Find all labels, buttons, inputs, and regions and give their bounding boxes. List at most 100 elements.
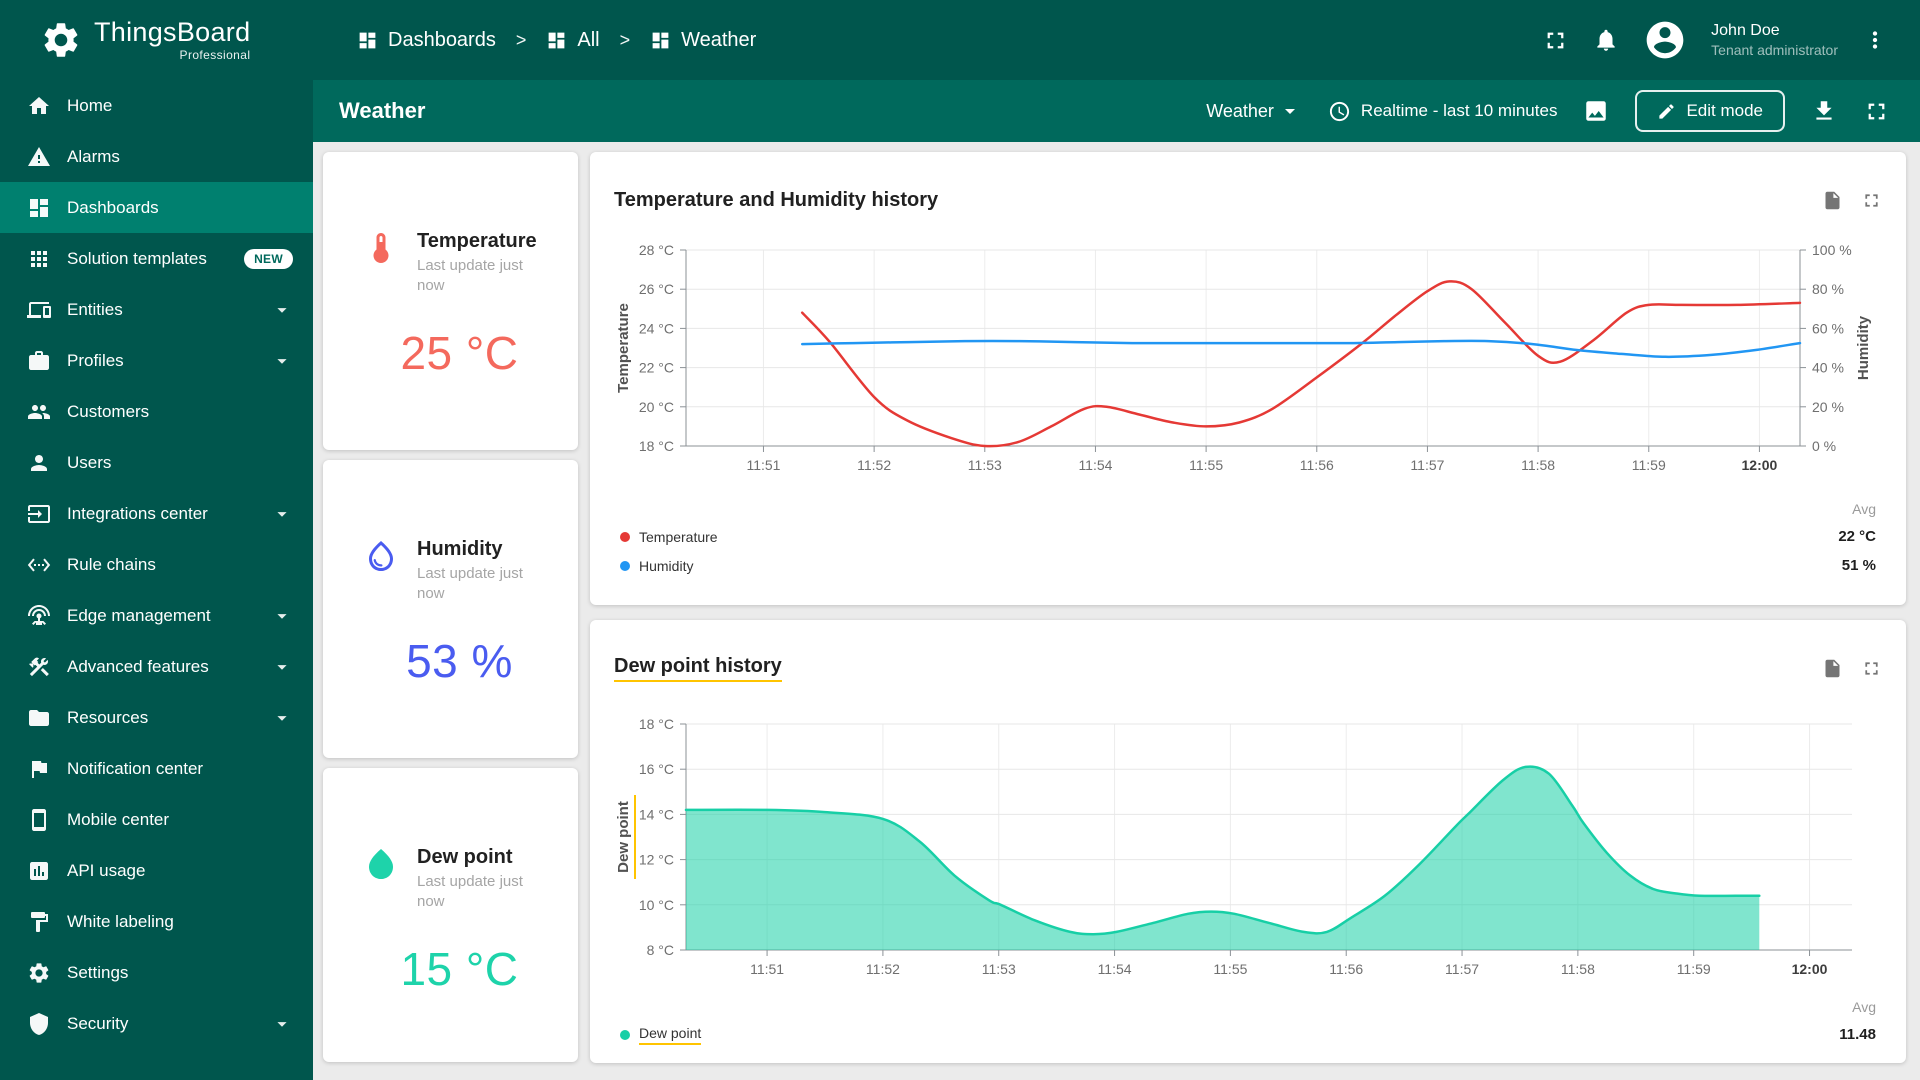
user-menu[interactable]: John Doe Tenant administrator (1711, 21, 1838, 60)
sidebar-item-api-usage[interactable]: API usage (0, 845, 313, 896)
edit-mode-button[interactable]: Edit mode (1635, 90, 1785, 132)
sidebar-item-profiles[interactable]: Profiles (0, 335, 313, 386)
widget-export-button[interactable] (1822, 658, 1843, 679)
svg-text:11:55: 11:55 (1189, 457, 1223, 473)
svg-text:8 °C: 8 °C (647, 942, 674, 958)
legend-item-temperature[interactable]: Temperature (620, 522, 718, 551)
user-role: Tenant administrator (1711, 42, 1838, 59)
sidebar-item-entities[interactable]: Entities (0, 284, 313, 335)
phone-icon (27, 808, 51, 832)
value-card-title: Temperature (417, 230, 537, 252)
thingsboard-app: ThingsBoard Professional Dashboards > Al… (0, 0, 1920, 1080)
sidebar-item-users[interactable]: Users (0, 437, 313, 488)
sidebar-item-rule-chains[interactable]: Rule chains (0, 539, 313, 590)
dashboard-grid-icon (359, 32, 376, 48)
svg-text:40 %: 40 % (1812, 360, 1844, 376)
file-export-icon (1825, 659, 1840, 677)
sidebar-item-advanced-features[interactable]: Advanced features (0, 641, 313, 692)
svg-text:80 %: 80 % (1812, 281, 1844, 297)
svg-text:11:57: 11:57 (1445, 961, 1479, 977)
avg-value-humidity: 51 % (1841, 557, 1876, 574)
timewindow-selector[interactable]: Realtime - last 10 minutes (1328, 100, 1557, 123)
edit-mode-label: Edit mode (1686, 101, 1763, 120)
legend-item-humidity[interactable]: Humidity (620, 551, 718, 580)
background-image-button[interactable] (1583, 98, 1609, 124)
export-dashboard-button[interactable] (1811, 98, 1837, 124)
sidebar-item-home[interactable]: Home (0, 80, 313, 131)
legend-item-dew-point[interactable]: Dew point (620, 1020, 702, 1049)
svg-text:16 °C: 16 °C (639, 761, 674, 777)
expand-icon (1865, 193, 1878, 207)
sidebar-item-resources[interactable]: Resources (0, 692, 313, 743)
breadcrumb-item-weather[interactable]: Weather (650, 29, 756, 52)
state-label: Weather (1206, 100, 1274, 121)
value-card-dew-point: Dew point Last update just now 15 °C (323, 768, 578, 1062)
widget-expand-button[interactable] (1861, 658, 1882, 679)
sidebar-item-mobile-center[interactable]: Mobile center (0, 794, 313, 845)
value-card-subtitle: Last update just now (417, 873, 523, 910)
top-header: ThingsBoard Professional Dashboards > Al… (0, 0, 1920, 80)
sidebar-item-integrations-center[interactable]: Integrations center (0, 488, 313, 539)
chart-widget-temperature-humidity: Temperature and Humidity history 18 °C 20… (590, 152, 1906, 605)
dashboard-grid-icon (548, 32, 565, 48)
header-actions: John Doe Tenant administrator (1542, 18, 1920, 62)
expand-icon (1865, 661, 1878, 675)
sidebar-item-white-labeling[interactable]: White labeling (0, 896, 313, 947)
svg-text:24 °C: 24 °C (639, 320, 674, 336)
avg-column: Avg 11.48 (1792, 994, 1876, 1049)
sidebar-item-alarms[interactable]: Alarms (0, 131, 313, 182)
svg-text:11:58: 11:58 (1521, 457, 1555, 473)
value-card-title: Humidity (417, 538, 503, 560)
antenna-icon (27, 604, 51, 628)
widget-expand-button[interactable] (1861, 190, 1882, 211)
svg-text:60 %: 60 % (1812, 320, 1844, 336)
breadcrumb-item-all[interactable]: All (546, 29, 600, 52)
svg-text:11:58: 11:58 (1561, 961, 1595, 977)
chart-footer: Temperature Humidity Avg 22 °C 51 % (614, 486, 1882, 580)
breadcrumb-item-dashboards[interactable]: Dashboards (357, 29, 496, 52)
brand[interactable]: ThingsBoard Professional (0, 18, 313, 62)
chevron-down-icon (277, 664, 287, 670)
value-card-value: 25 °C (400, 326, 519, 379)
temperature-humidity-chart[interactable]: 18 °C 20 °C 22 °C 24 °C 26 °C 28 °C 0 % 20 % 40 … (614, 226, 1882, 486)
flag-icon (27, 757, 51, 781)
file-export-icon (1825, 191, 1840, 209)
svg-text:Dew point: Dew point (615, 801, 632, 873)
dew-point-chart[interactable]: 8 °C 10 °C 12 °C 14 °C 16 °C 18 °C 11:51 11:52 1… (614, 694, 1882, 984)
chevron-down-icon (277, 1021, 287, 1027)
sidebar-item-dashboards[interactable]: Dashboards (0, 182, 313, 233)
sidebar-item-edge-management[interactable]: Edge management (0, 590, 313, 641)
svg-text:11:54: 11:54 (1078, 457, 1112, 473)
warning-icon (27, 145, 51, 169)
value-card-subtitle: Last update just now (417, 565, 523, 602)
chevron-down-icon (277, 307, 287, 313)
dashboard-toolbar: Weather Weather Realtime - last 10 minut… (313, 80, 1920, 142)
chevron-down-icon (277, 613, 287, 619)
value-card-value: 15 °C (400, 942, 519, 995)
chart-legend: Temperature Humidity (620, 496, 718, 580)
dashboard-fullscreen-button[interactable] (1863, 98, 1890, 125)
value-cards-column: Temperature Last update just now 25 °C H… (323, 152, 578, 1072)
sidebar-item-settings[interactable]: Settings (0, 947, 313, 998)
chart-icon (27, 859, 51, 883)
sidebar-item-security[interactable]: Security (0, 998, 313, 1049)
sidebar-item-notification-center[interactable]: Notification center (0, 743, 313, 794)
chart-footer: Dew point Avg 11.48 (614, 984, 1882, 1049)
more-menu-button[interactable] (1862, 27, 1888, 53)
svg-text:11:56: 11:56 (1300, 457, 1334, 473)
widget-export-button[interactable] (1822, 190, 1843, 211)
shield-icon (27, 1012, 51, 1036)
avatar[interactable] (1643, 18, 1687, 62)
account-icon (1646, 21, 1684, 59)
fullscreen-button[interactable] (1542, 27, 1569, 54)
dashboard-state-selector[interactable]: Weather (1206, 99, 1302, 123)
avg-value-dew-point: 11.48 (1839, 1026, 1876, 1043)
chevron-down-icon (1284, 109, 1295, 114)
dashboard-content: Temperature Last update just now 25 °C H… (313, 142, 1920, 1080)
notifications-button[interactable] (1593, 27, 1619, 53)
kebab-icon (1872, 31, 1878, 49)
avg-header: Avg (1852, 999, 1876, 1015)
sidebar-item-customers[interactable]: Customers (0, 386, 313, 437)
legend-dot (620, 1029, 630, 1040)
sidebar-item-solution-templates[interactable]: Solution templates NEW (0, 233, 313, 284)
